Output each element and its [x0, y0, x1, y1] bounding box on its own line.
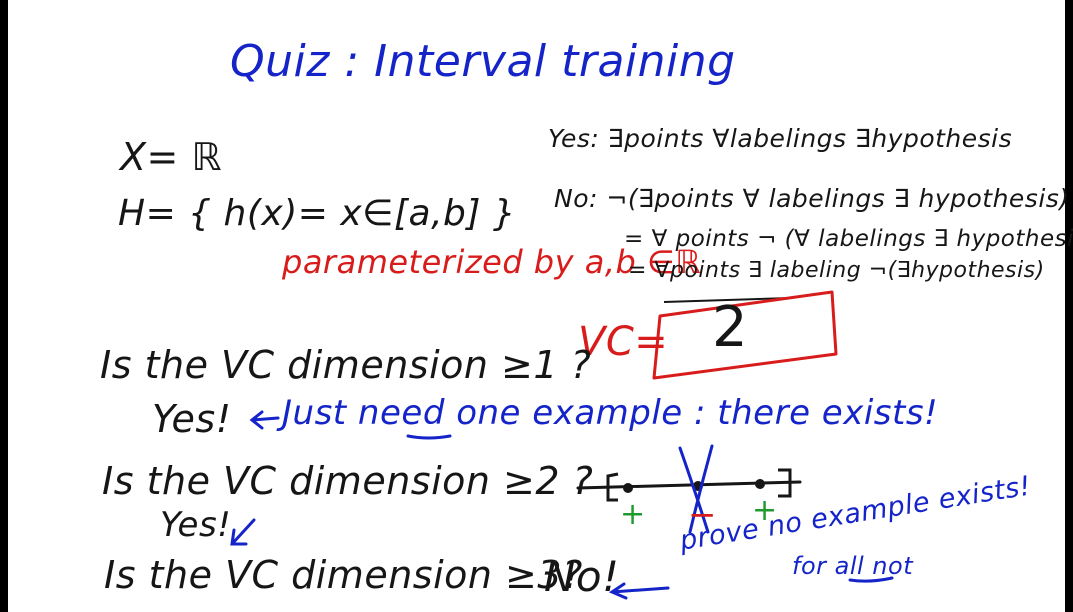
question-vc-ge-2: Is the VC dimension ≥2 ?	[102, 459, 594, 503]
question-vc-ge-3: Is the VC dimension ≥3?	[104, 553, 583, 597]
equiv-line-2: = ∀points ∃ labeling ¬(∃hypothesis)	[628, 258, 1045, 283]
video-frame: Quiz : Interval training X= ℝ H= { h(x)=…	[0, 0, 1073, 612]
point-left	[623, 483, 633, 493]
equiv-line-1: = ∀ points ¬ (∀ labelings ∃ hypothesis)	[624, 226, 1073, 252]
arrow-yes-2	[230, 518, 256, 546]
yes-quantifier-line: Yes: ∃points ∀labelings ∃hypothesis	[548, 124, 1013, 153]
question-vc-ge-1: Is the VC dimension ≥1 ?	[100, 343, 592, 387]
point-right	[755, 479, 765, 489]
underline-one	[406, 434, 452, 440]
no-quantifier-line: No: ¬(∃points ∀ labelings ∃ hypothesis)	[554, 184, 1070, 213]
x-definition: X= ℝ	[120, 135, 223, 179]
answer-no-3: No!	[544, 552, 620, 601]
quiz-title: Quiz : Interval training	[230, 36, 736, 87]
one-example-note: Just need one example : there exists!	[282, 393, 939, 433]
h-definition: H= { h(x)= x∈[a,b] }	[118, 193, 517, 234]
for-all-not-note: for all not	[792, 552, 914, 580]
vc-label: VC=	[578, 319, 669, 365]
answer-yes-1: Yes!	[152, 397, 232, 441]
number-line	[576, 480, 802, 490]
vc-answer: 2	[712, 295, 749, 360]
answer-yes-2: Yes!	[160, 505, 232, 545]
label-plus-left: +	[620, 497, 646, 532]
arrow-prove	[608, 582, 670, 600]
arrow-one-example	[249, 410, 280, 430]
